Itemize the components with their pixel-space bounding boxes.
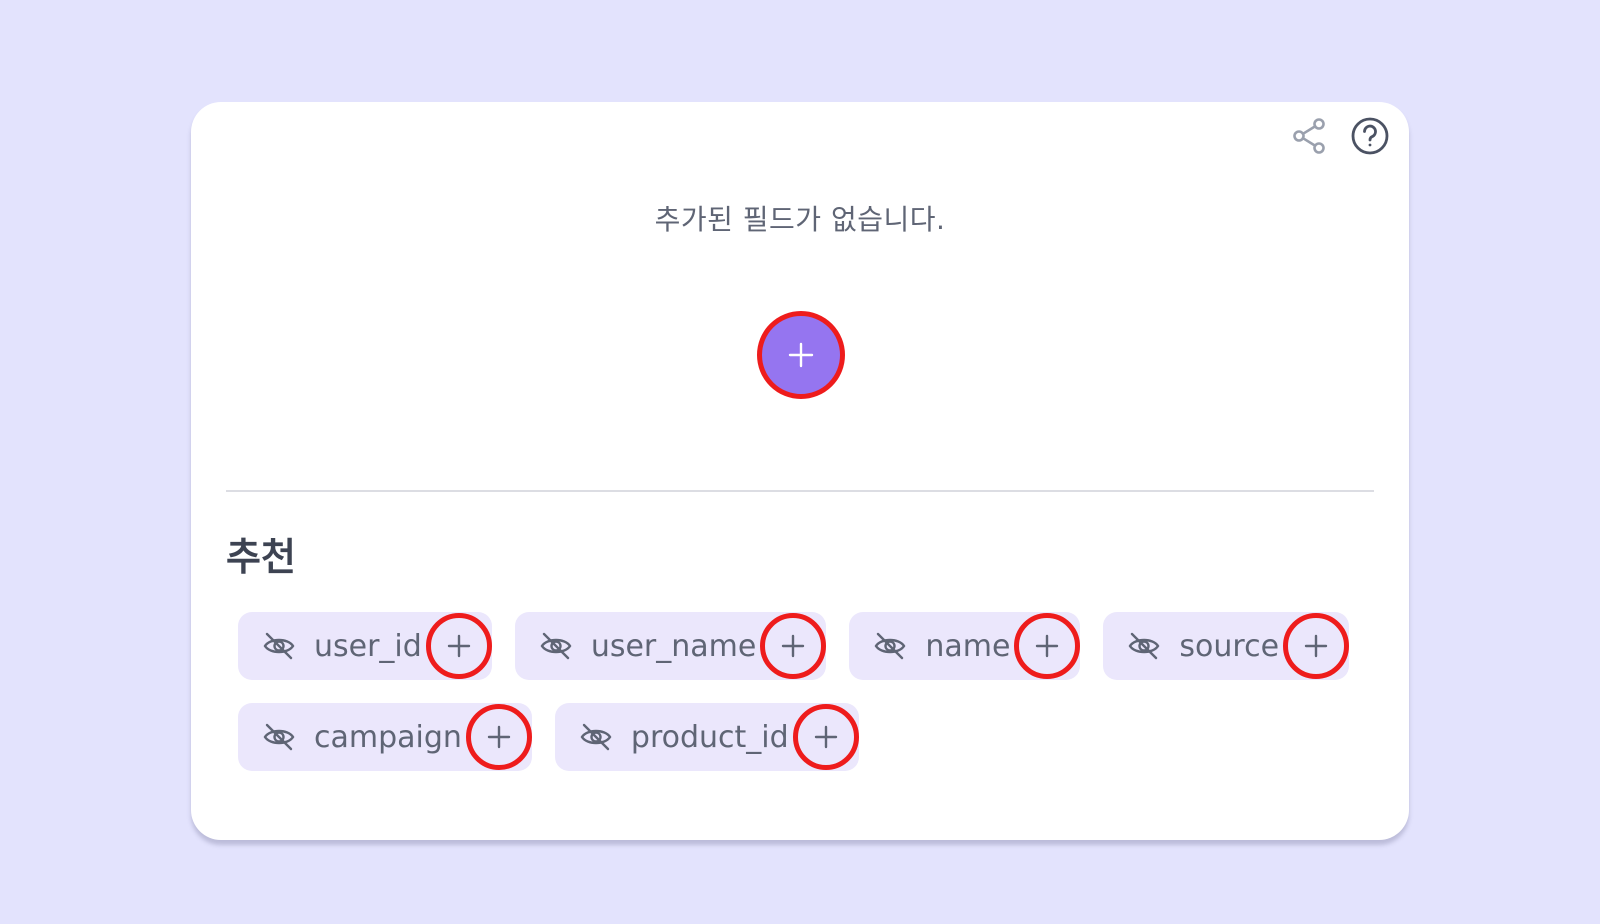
field-chip-user-id[interactable]: user_id — [238, 612, 492, 680]
add-chip-button[interactable] — [760, 613, 827, 679]
add-chip-button[interactable] — [465, 704, 532, 770]
plus-icon — [1304, 634, 1328, 658]
eye-off-icon — [540, 632, 572, 660]
panel-toolbar — [1290, 116, 1390, 156]
eye-off-icon — [874, 632, 906, 660]
chip-label: product_id — [630, 719, 789, 755]
plus-icon — [447, 634, 471, 658]
eye-off-icon — [263, 632, 295, 660]
field-chip-user-name[interactable]: user_name — [514, 612, 827, 680]
eye-off-icon — [580, 723, 612, 751]
add-chip-button[interactable] — [425, 613, 492, 679]
chip-row: campaign product_id — [238, 703, 1378, 771]
help-circle-icon[interactable] — [1350, 116, 1390, 156]
chip-row: user_id user_name name source — [238, 612, 1378, 680]
add-field-button[interactable] — [757, 311, 845, 399]
chip-label: user_name — [590, 628, 757, 664]
eye-off-icon — [1128, 632, 1160, 660]
field-chip-source[interactable]: source — [1103, 612, 1350, 680]
add-chip-button[interactable] — [792, 704, 859, 770]
field-chip-name[interactable]: name — [849, 612, 1081, 680]
plus-icon — [782, 634, 805, 658]
plus-icon — [788, 342, 814, 368]
field-chip-product-id[interactable]: product_id — [554, 703, 859, 771]
section-divider — [226, 490, 1374, 492]
empty-fields-message: 추가된 필드가 없습니다. — [654, 203, 946, 236]
plus-icon — [814, 725, 837, 749]
recommendations-title: 추천 — [226, 535, 296, 579]
plus-icon — [487, 725, 511, 749]
fields-panel: 추가된 필드가 없습니다. 추천 user_id user_name name … — [191, 102, 1409, 840]
chip-label: source — [1179, 628, 1280, 664]
add-chip-button[interactable] — [1283, 613, 1350, 679]
chip-label: user_id — [314, 628, 422, 664]
chip-label: campaign — [314, 719, 462, 755]
chip-label: name — [925, 628, 1011, 664]
plus-icon — [1036, 634, 1059, 658]
share-icon[interactable] — [1290, 116, 1330, 156]
field-chip-campaign[interactable]: campaign — [238, 703, 532, 771]
add-chip-button[interactable] — [1014, 613, 1081, 679]
eye-off-icon — [263, 723, 295, 751]
recommendation-chips: user_id user_name name source campaign p… — [238, 612, 1378, 794]
